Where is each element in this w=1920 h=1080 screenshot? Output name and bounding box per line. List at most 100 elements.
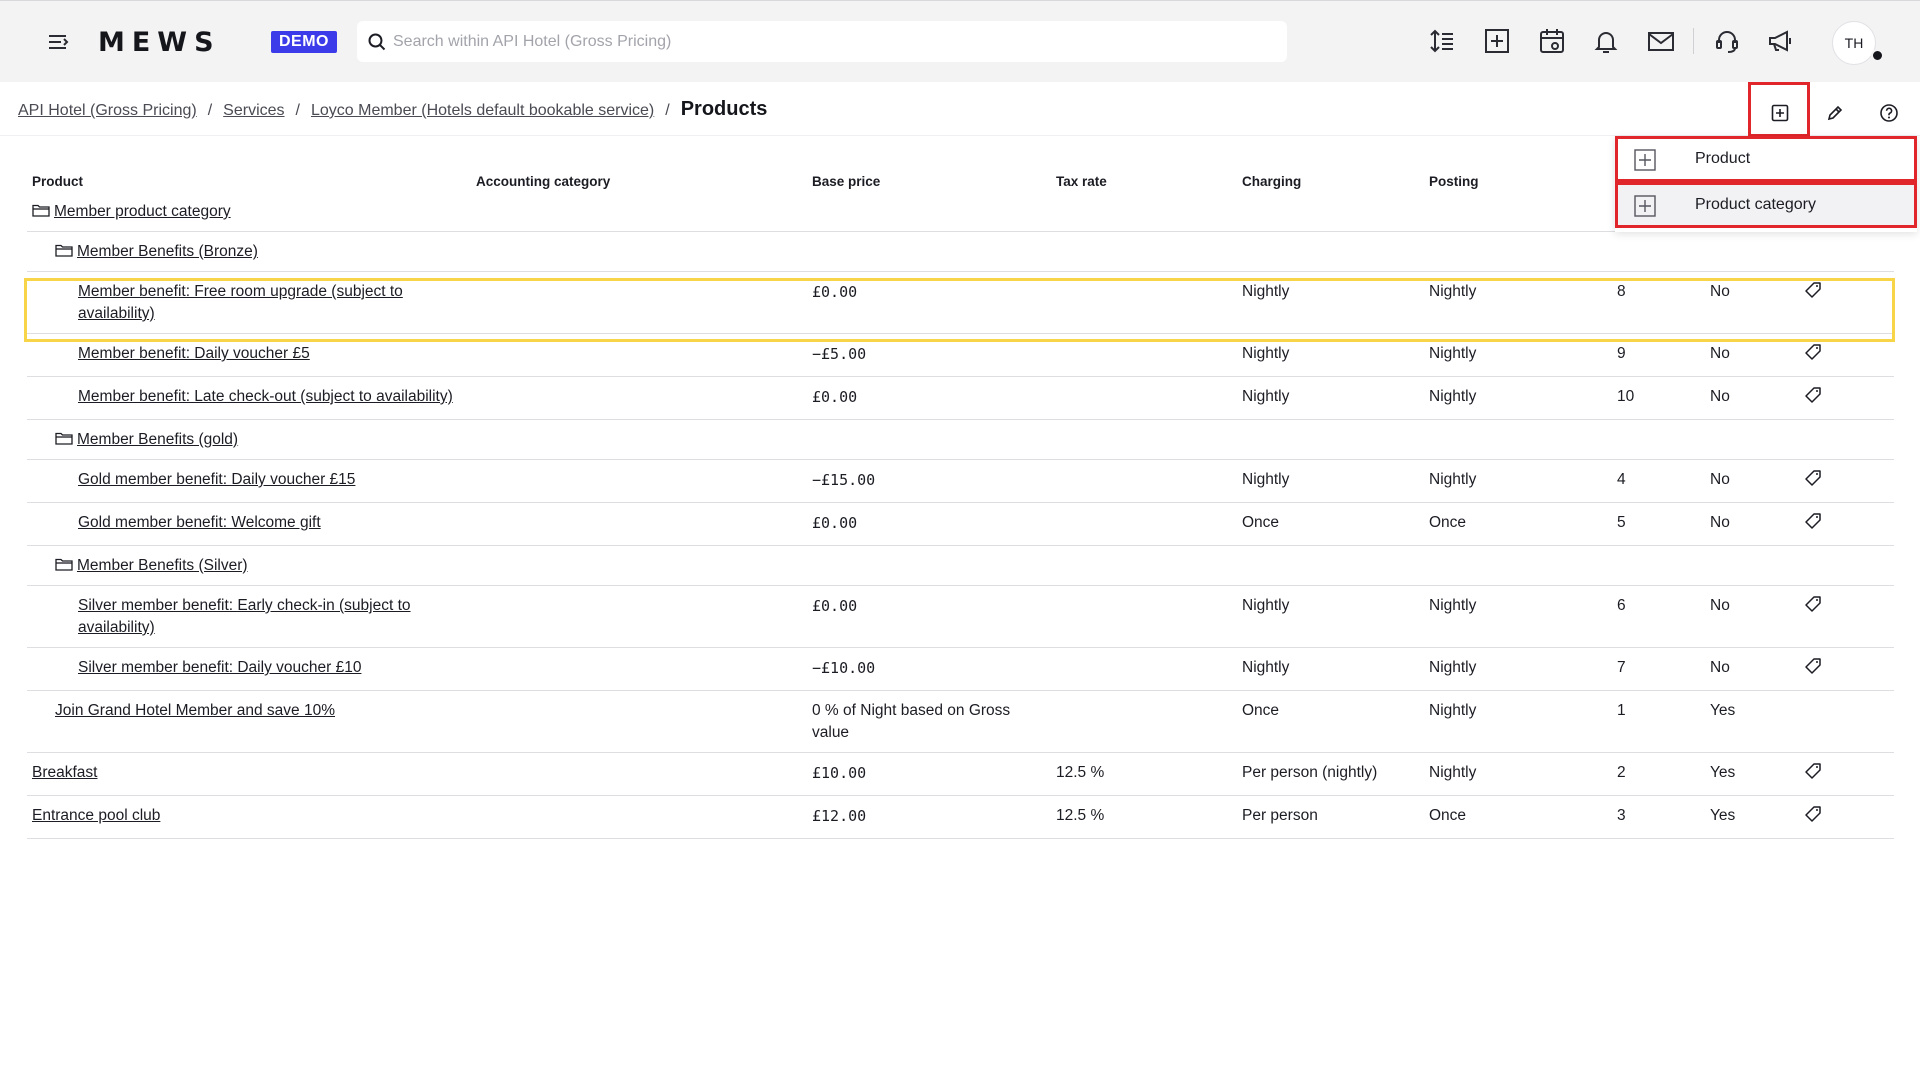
posting-cell: Nightly [1424,333,1612,377]
category-row: Member product category [27,192,1894,232]
top-bar: MEWS DEMO TH [0,0,1920,82]
actions-cell [1799,585,1894,648]
category-link[interactable]: Member product category [54,203,231,220]
col-posting[interactable]: Posting [1424,165,1612,192]
product-link[interactable]: Member benefit: Free room upgrade (subje… [78,283,403,322]
calendar-view-icon[interactable] [1537,26,1567,56]
tag-icon[interactable] [1804,595,1822,613]
product-cell: Gold member benefit: Welcome gift [27,502,471,546]
add-square-icon[interactable] [1482,26,1512,56]
menu-icon[interactable] [46,31,70,53]
product-link[interactable]: Breakfast [32,764,97,781]
tag-icon[interactable] [1804,343,1822,361]
help-button[interactable] [1875,99,1903,127]
breadcrumb-services-link[interactable]: Services [223,102,284,120]
product-link[interactable]: Gold member benefit: Daily voucher £15 [78,471,355,488]
col-charging[interactable]: Charging [1237,165,1424,192]
line-height-icon[interactable] [1427,26,1457,56]
charging-cell: Per person (nightly) [1237,752,1424,796]
menu-item-product[interactable]: Product [1615,136,1917,182]
flag-cell: Yes [1705,690,1799,753]
category-link[interactable]: Member Benefits (Bronze) [77,243,258,260]
product-link[interactable]: Member benefit: Daily voucher £5 [78,345,310,362]
accounting-category-cell [471,795,807,839]
breadcrumb: API Hotel (Gross Pricing) / Services / L… [18,98,767,121]
charging-cell: Nightly [1237,333,1424,377]
product-link[interactable]: Gold member benefit: Welcome gift [78,514,321,531]
bell-icon[interactable] [1591,26,1621,56]
search-box[interactable] [357,21,1287,62]
flag-cell: No [1705,333,1799,377]
breadcrumb-hotel-link[interactable]: API Hotel (Gross Pricing) [18,102,197,120]
tag-icon[interactable] [1804,386,1822,404]
category-row: Member Benefits (Silver) [27,545,1894,586]
menu-item-product-category[interactable]: Product category [1615,182,1917,228]
flag-cell: No [1705,502,1799,546]
product-row: Breakfast £10.00 12.5 % Per person (nightly… [27,752,1894,796]
user-avatar[interactable]: TH [1832,21,1876,65]
accounting-category-cell [471,585,807,648]
order-cell: 5 [1612,502,1705,546]
posting-cell: Once [1424,795,1612,839]
tax-rate-cell [1051,333,1237,377]
base-price-cell: £12.00 [807,795,1051,839]
announcement-icon[interactable] [1766,26,1796,56]
product-link[interactable]: Entrance pool club [32,807,160,824]
tag-icon[interactable] [1804,805,1822,823]
product-cell: Silver member benefit: Early check-in (s… [27,585,471,648]
order-cell: 1 [1612,690,1705,753]
category-link[interactable]: Member Benefits (gold) [77,431,238,448]
tax-rate-cell [1051,376,1237,420]
order-cell: 8 [1612,271,1705,334]
product-cell: Member benefit: Free room upgrade (subje… [27,271,471,334]
breadcrumb-separator: / [295,102,300,119]
product-row: Silver member benefit: Early check-in (s… [27,585,1894,648]
accounting-category-cell [471,376,807,420]
search-input[interactable] [393,21,1273,62]
mews-logo[interactable]: MEWS [98,27,221,58]
breadcrumb-service-link[interactable]: Loyco Member (Hotels default bookable se… [311,102,654,120]
tax-rate-cell: 12.5 % [1051,795,1237,839]
flag-cell: No [1705,647,1799,691]
folder-icon [55,242,73,257]
product-cell: Breakfast [27,752,471,796]
col-product[interactable]: Product [27,165,471,192]
base-price-cell: −£15.00 [807,459,1051,503]
actions-cell [1799,376,1894,420]
category-cell: Member Benefits (gold) [27,419,1894,460]
support-icon[interactable] [1712,26,1742,56]
product-link[interactable]: Join Grand Hotel Member and save 10% [55,702,335,719]
col-accounting-category[interactable]: Accounting category [471,165,807,192]
menu-item-label: Product category [1695,196,1816,213]
page-header: API Hotel (Gross Pricing) / Services / L… [0,82,1920,136]
actions-cell [1799,752,1894,796]
category-link[interactable]: Member Benefits (Silver) [77,557,248,574]
add-menu: Product Product category [1615,136,1917,232]
col-tax-rate[interactable]: Tax rate [1051,165,1237,192]
flag-cell: No [1705,459,1799,503]
tag-icon[interactable] [1804,281,1822,299]
product-link[interactable]: Silver member benefit: Daily voucher £10 [78,659,361,676]
tag-icon[interactable] [1804,762,1822,780]
breadcrumb-separator: / [665,102,670,119]
tag-icon[interactable] [1804,512,1822,530]
mail-icon[interactable] [1646,26,1676,56]
col-base-price[interactable]: Base price [807,165,1051,192]
actions-cell [1799,502,1894,546]
product-link[interactable]: Silver member benefit: Early check-in (s… [78,597,411,636]
product-row: Gold member benefit: Daily voucher £15 −£… [27,459,1894,503]
tag-icon[interactable] [1804,657,1822,675]
breadcrumb-separator: / [207,102,213,119]
category-cell: Member product category [27,192,1894,232]
product-row: Silver member benefit: Daily voucher £10… [27,647,1894,691]
accounting-category-cell [471,752,807,796]
posting-cell: Nightly [1424,459,1612,503]
products-table: Product Accounting category Base price T… [27,165,1894,839]
add-button-highlight [1748,82,1810,137]
posting-cell: Nightly [1424,376,1612,420]
charging-cell: Nightly [1237,585,1424,648]
charging-cell: Nightly [1237,271,1424,334]
edit-button[interactable] [1821,99,1849,127]
tag-icon[interactable] [1804,469,1822,487]
product-link[interactable]: Member benefit: Late check-out (subject … [78,388,453,405]
